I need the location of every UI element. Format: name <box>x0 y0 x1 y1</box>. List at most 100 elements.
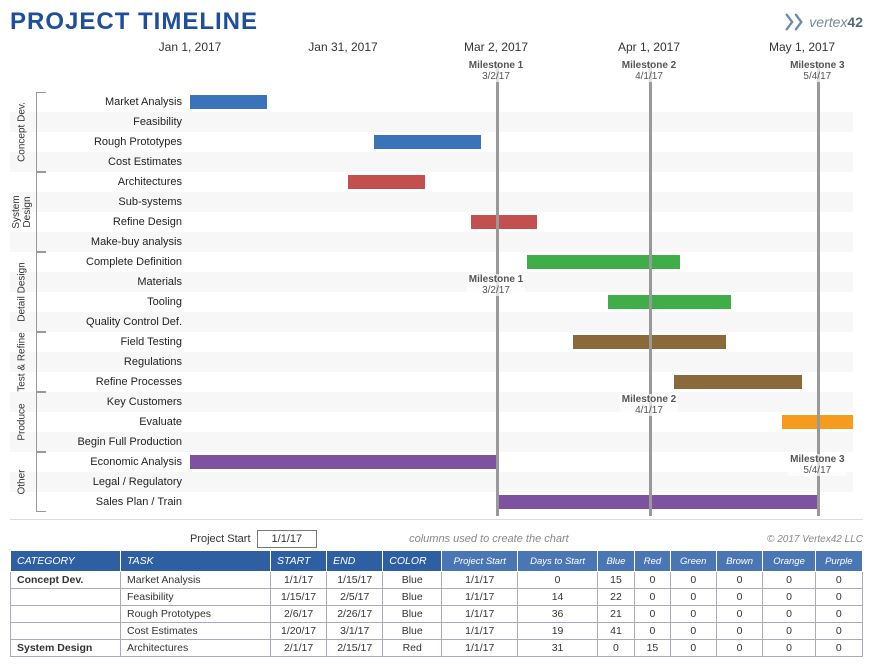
table-calc-header: Brown <box>716 551 763 572</box>
section-bracket <box>36 332 46 392</box>
vertex42-logo: vertex42 <box>783 11 863 33</box>
table-cell: 0 <box>670 589 716 606</box>
table-cell: 0 <box>716 589 763 606</box>
table-cell: 2/15/17 <box>327 640 383 657</box>
task-row: Market Analysis <box>10 92 853 112</box>
table-cell: 2/6/17 <box>271 606 327 623</box>
table-cell: Blue <box>383 589 442 606</box>
table-row: Rough Prototypes2/6/172/26/17Blue1/1/173… <box>11 606 863 623</box>
table-cell: 14 <box>518 589 597 606</box>
table-cell: 1/1/17 <box>442 640 518 657</box>
section-bracket <box>36 172 46 252</box>
table-cell: 0 <box>815 572 862 589</box>
task-row: Refine Processes <box>10 372 853 392</box>
table-cell: 0 <box>716 640 763 657</box>
table-calc-header: Days to Start <box>518 551 597 572</box>
table-cell: System Design <box>11 640 121 657</box>
table-cell: Concept Dev. <box>11 572 121 589</box>
task-row: Field Testing <box>10 332 853 352</box>
section-label: Other <box>17 452 28 512</box>
table-cell: Blue <box>383 606 442 623</box>
milestone-line <box>817 62 820 516</box>
table-cell <box>11 589 121 606</box>
table-calc-header: Purple <box>815 551 862 572</box>
table-cell: 2/5/17 <box>327 589 383 606</box>
task-row: Begin Full Production <box>10 432 853 452</box>
table-cell: 41 <box>597 623 634 640</box>
table-cell: 0 <box>670 606 716 623</box>
table-cell: Blue <box>383 572 442 589</box>
table-cell: 0 <box>763 623 815 640</box>
section-label: System Design <box>11 182 33 242</box>
table-cell: 1/15/17 <box>271 589 327 606</box>
date-tick: Apr 1, 2017 <box>618 40 680 54</box>
table-cell: 15 <box>597 572 634 589</box>
data-table: CATEGORYTASKSTARTENDCOLORProject StartDa… <box>10 550 863 657</box>
milestone-inline-label: Milestone 24/1/17 <box>620 394 678 416</box>
milestone-inline-label: Milestone 35/4/17 <box>788 454 846 476</box>
task-row: Feasibility <box>10 112 853 132</box>
date-axis: Jan 1, 2017Jan 31, 2017Mar 2, 2017Apr 1,… <box>190 40 853 60</box>
copyright: © 2017 Vertex42 LLC <box>767 534 863 545</box>
table-cell: 0 <box>670 640 716 657</box>
table-cell: 0 <box>716 606 763 623</box>
table-header: CATEGORY <box>11 551 121 572</box>
date-tick: May 1, 2017 <box>769 40 835 54</box>
task-row: Legal / Regulatory <box>10 472 853 492</box>
table-cell: Rough Prototypes <box>121 606 271 623</box>
table-cell: 0 <box>763 589 815 606</box>
task-row: Complete Definition <box>10 252 853 272</box>
table-header: TASK <box>121 551 271 572</box>
table-row: System DesignArchitectures2/1/172/15/17R… <box>11 640 863 657</box>
table-cell: Market Analysis <box>121 572 271 589</box>
chart-body: Milestone 13/2/17Milestone 24/1/17Milest… <box>10 62 853 516</box>
table-cell: 2/26/17 <box>327 606 383 623</box>
table-cell: 0 <box>635 589 671 606</box>
gantt-chart: Jan 1, 2017Jan 31, 2017Mar 2, 2017Apr 1,… <box>10 40 863 520</box>
table-cell: 3/1/17 <box>327 623 383 640</box>
section-label: Concept Dev. <box>17 102 28 162</box>
section-bracket <box>36 392 46 452</box>
table-cell: 0 <box>763 572 815 589</box>
table-cell: 0 <box>716 623 763 640</box>
table-cell: Cost Estimates <box>121 623 271 640</box>
task-row: Quality Control Def. <box>10 312 853 332</box>
table-cell: 1/1/17 <box>442 572 518 589</box>
table-cell: Feasibility <box>121 589 271 606</box>
section-label: Produce <box>17 392 28 452</box>
task-row: Key Customers <box>10 392 853 412</box>
table-cell: 0 <box>815 589 862 606</box>
columns-note: columns used to create the chart <box>409 533 569 545</box>
task-row: Sub-systems <box>10 192 853 212</box>
table-cell: 2/1/17 <box>271 640 327 657</box>
table-header: START <box>271 551 327 572</box>
table-cell <box>11 606 121 623</box>
task-row: Cost Estimates <box>10 152 853 172</box>
table-cell: 0 <box>670 572 716 589</box>
task-row: Rough Prototypes <box>10 132 853 152</box>
table-row: Concept Dev.Market Analysis1/1/171/15/17… <box>11 572 863 589</box>
milestone-line <box>649 62 652 516</box>
task-row: Economic Analysis <box>10 452 853 472</box>
table-cell: 0 <box>597 640 634 657</box>
date-tick: Jan 31, 2017 <box>308 40 377 54</box>
table-row: Cost Estimates1/20/173/1/17Blue1/1/17194… <box>11 623 863 640</box>
table-cell: 1/1/17 <box>442 589 518 606</box>
section-bracket <box>36 252 46 332</box>
page-title: PROJECT TIMELINE <box>10 8 258 36</box>
table-cell: Red <box>383 640 442 657</box>
milestone-top-label: Milestone 24/1/17 <box>620 60 678 82</box>
table-cell: 36 <box>518 606 597 623</box>
table-cell: 1/15/17 <box>327 572 383 589</box>
table-cell: Blue <box>383 623 442 640</box>
table-cell: 0 <box>635 606 671 623</box>
table-cell: 1/1/17 <box>271 572 327 589</box>
table-cell: 19 <box>518 623 597 640</box>
table-calc-header: Project Start <box>442 551 518 572</box>
table-cell: 0 <box>815 623 862 640</box>
table-cell: 1/1/17 <box>442 623 518 640</box>
table-cell: 0 <box>518 572 597 589</box>
task-row: Evaluate <box>10 412 853 432</box>
table-cell: 22 <box>597 589 634 606</box>
task-row: Architectures <box>10 172 853 192</box>
